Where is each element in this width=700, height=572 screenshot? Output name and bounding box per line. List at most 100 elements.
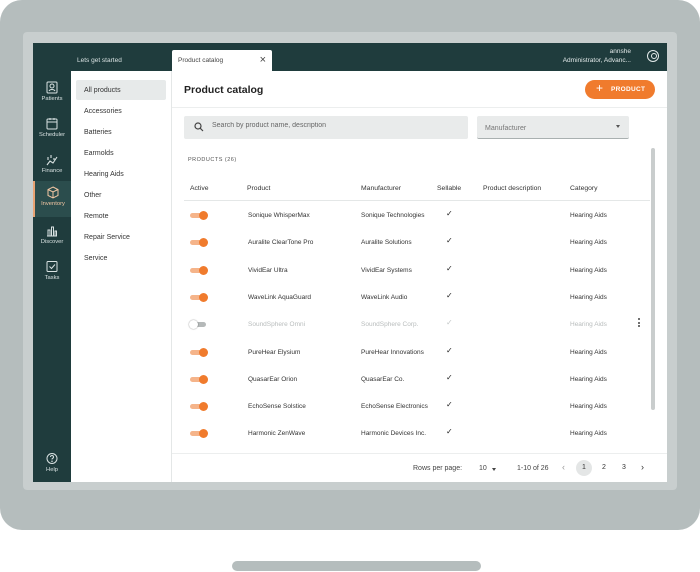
manufacturer-select-label: Manufacturer: [485, 125, 527, 132]
column-header-sellable[interactable]: Sellable: [437, 185, 461, 192]
cell-manufacturer: Harmonic Devices Inc.: [361, 430, 427, 438]
active-toggle[interactable]: [189, 320, 208, 330]
nav-tasks-label: Tasks: [44, 275, 60, 281]
search-input[interactable]: [212, 122, 452, 129]
next-page-icon[interactable]: ›: [641, 462, 644, 472]
tab-label: Product catalog: [178, 57, 224, 64]
tasks-checkbox-icon: [46, 261, 58, 272]
cell-category: Hearing Aids: [570, 266, 607, 274]
top-bar: Lets get started Product catalog × annsh…: [33, 43, 667, 71]
column-header-product[interactable]: Product: [247, 185, 270, 192]
category-remote[interactable]: Remote: [76, 206, 166, 226]
table-row[interactable]: QuasarEar Orion QuasarEar Co. Hearing Aids…: [184, 366, 650, 393]
sellable-check-icon: ✓: [446, 209, 453, 218]
add-product-button[interactable]: + PRODUCT: [585, 80, 655, 99]
nav-tasks[interactable]: Tasks: [33, 255, 71, 289]
nav-help[interactable]: Help: [33, 447, 71, 481]
cell-category: Hearing Aids: [570, 239, 607, 247]
column-header-description[interactable]: Product description: [483, 185, 541, 192]
nav-finance[interactable]: Finance: [33, 148, 71, 182]
cell-manufacturer: EchoSense Electronics: [361, 403, 428, 411]
category-all-products[interactable]: All products: [76, 80, 166, 100]
nav-scheduler[interactable]: Scheduler: [33, 112, 71, 146]
chevron-down-icon[interactable]: [492, 468, 496, 471]
cell-manufacturer: PureHear Innovations: [361, 348, 424, 356]
category-accessories[interactable]: Accessories: [76, 101, 166, 121]
more-options-icon[interactable]: [636, 318, 642, 330]
nav-inventory-label: Inventory: [41, 201, 65, 207]
cell-category: Hearing Aids: [570, 430, 607, 438]
cell-category: Hearing Aids: [570, 293, 607, 301]
nav-discover[interactable]: Discover: [33, 219, 71, 253]
active-toggle[interactable]: [190, 429, 208, 439]
cell-product: SoundSphere Omni: [248, 321, 306, 329]
nav-patients[interactable]: Patients: [33, 76, 71, 110]
category-hearing-aids[interactable]: Hearing Aids: [76, 164, 166, 184]
active-toggle[interactable]: [190, 402, 208, 412]
category-earmolds[interactable]: Earmolds: [76, 143, 166, 163]
previous-page-icon[interactable]: ‹: [562, 462, 565, 472]
toggle-knob: [199, 265, 208, 275]
page-2-button[interactable]: 2: [596, 460, 612, 476]
cell-category: Hearing Aids: [570, 212, 607, 219]
bar-chart-icon: [47, 226, 57, 237]
manufacturer-select[interactable]: Manufacturer: [477, 116, 629, 139]
table-row[interactable]: VividEar Ultra VividEar Systems Hearing Ai…: [184, 257, 650, 284]
user-info[interactable]: annshe Administrator, Advanc...: [563, 47, 631, 65]
table-row[interactable]: Auralite ClearTone Pro Auralite Solutions…: [184, 229, 650, 256]
toggle-knob: [199, 292, 208, 302]
active-toggle[interactable]: [190, 265, 208, 275]
pagination-range: 1-10 of 26: [517, 465, 549, 472]
table-row[interactable]: SoundSphere Omni SoundSphere Corp. Hearing…: [184, 311, 650, 338]
tab-product-catalog[interactable]: Product catalog ×: [172, 50, 272, 71]
category-batteries[interactable]: Batteries: [76, 122, 166, 142]
cell-product: WaveLink AquaGuard: [248, 293, 311, 301]
active-toggle[interactable]: [190, 238, 208, 248]
page-3-button[interactable]: 3: [616, 460, 632, 476]
table-row[interactable]: Sonique WhisperMax Sonique Technologies He…: [184, 202, 650, 229]
nav-inventory[interactable]: Inventory: [33, 181, 71, 217]
table-row[interactable]: Harmonic ZenWave Harmonic Devices Inc. Hea…: [184, 420, 650, 447]
active-toggle[interactable]: [190, 292, 208, 302]
cell-product: Harmonic ZenWave: [248, 430, 306, 438]
inventory-box-icon: [47, 186, 59, 199]
sellable-check-icon: ✓: [446, 345, 453, 355]
column-header-active[interactable]: Active: [190, 185, 209, 192]
rows-per-page-select[interactable]: 10: [479, 465, 487, 472]
user-name: annshe: [609, 48, 631, 55]
nav-scheduler-label: Scheduler: [38, 132, 66, 138]
active-toggle[interactable]: [190, 211, 208, 220]
cell-product: EchoSense Solstice: [248, 403, 306, 411]
table-row[interactable]: EchoSense Solstice EchoSense Electronics H…: [184, 393, 650, 420]
active-toggle[interactable]: [190, 374, 208, 384]
table-row[interactable]: WaveLink AquaGuard WaveLink Audio Hearing …: [184, 284, 650, 311]
toggle-knob: [189, 320, 198, 330]
active-toggle[interactable]: [190, 347, 208, 357]
cell-category: Hearing Aids: [570, 403, 607, 411]
pagination-footer: Rows per page: 10 1-10 of 26 ‹ 1 2 3 ›: [172, 453, 667, 482]
lets-get-started-link[interactable]: Lets get started: [77, 57, 122, 64]
search-box[interactable]: [184, 116, 468, 139]
calendar-icon: [46, 118, 58, 130]
page-1-button[interactable]: 1: [576, 460, 592, 476]
table-scrollbar[interactable]: [651, 148, 655, 410]
table-row[interactable]: PureHear Elysium PureHear Innovations Hear…: [184, 339, 650, 366]
help-icon: [46, 453, 58, 464]
table-header: Active Product Manufacturer Sellable Pro…: [184, 181, 650, 201]
column-header-manufacturer[interactable]: Manufacturer: [361, 185, 401, 192]
close-icon[interactable]: ×: [260, 53, 266, 67]
user-account-icon[interactable]: [647, 50, 659, 62]
category-other[interactable]: Other: [76, 185, 166, 205]
cell-product: VividEar Ultra: [248, 266, 288, 274]
category-repair-service[interactable]: Repair Service: [76, 227, 166, 247]
header-divider: [172, 107, 667, 108]
sellable-check-icon: ✓: [446, 427, 453, 437]
main-nav-rail: Patients Scheduler Finance Inventory Dis…: [33, 71, 71, 482]
toggle-knob: [199, 429, 208, 439]
toggle-knob: [199, 238, 208, 248]
sellable-check-icon: ✓: [446, 372, 453, 382]
column-header-category[interactable]: Category: [570, 185, 598, 192]
category-service[interactable]: Service: [76, 248, 166, 268]
sellable-check-icon: ✓: [446, 400, 453, 410]
cell-manufacturer: SoundSphere Corp.: [361, 321, 419, 329]
